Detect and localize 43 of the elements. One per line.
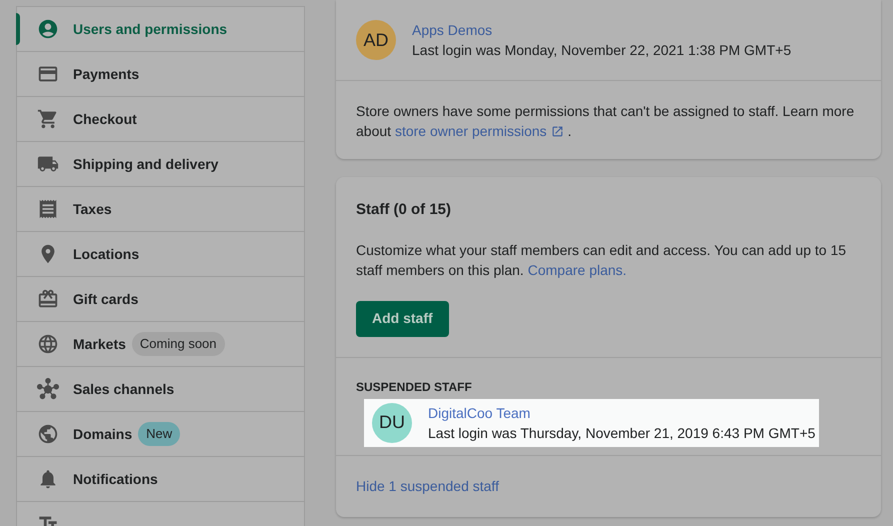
sidebar-label: Taxes	[73, 200, 112, 218]
last-login-text: Last login was Thursday, November 21, 2019 6:43 PM GMT+5	[428, 424, 816, 442]
sidebar-label: Sales channels	[73, 380, 174, 398]
staff-name-link[interactable]: DigitalCoo Team	[428, 402, 530, 422]
avatar: DU	[372, 402, 412, 442]
sidebar-item[interactable]: Notifications	[17, 457, 304, 502]
sidebar-item[interactable]: Markets Coming soon	[17, 322, 304, 367]
user-icon	[37, 18, 59, 40]
sidebar-label: Shipping and delivery	[73, 154, 218, 174]
staff-row[interactable]: DU DigitalCoo Team Last login was Thursday, November 21, 2019 6:43 PM GMT+5	[364, 398, 819, 446]
sidebar-label: Domains	[73, 424, 132, 444]
sidebar-item[interactable]: Checkout	[17, 97, 304, 142]
sidebar-item[interactable]: Taxes	[17, 187, 304, 232]
status-badge: New	[138, 422, 180, 446]
sidebar-item[interactable]: Payments	[17, 52, 304, 97]
nodes-icon	[37, 378, 59, 400]
sidebar-label: Gift cards	[73, 290, 138, 308]
sidebar-label: Locations	[73, 244, 140, 264]
globe-icon	[37, 333, 59, 355]
receipt-icon	[37, 198, 59, 220]
status-badge: Coming soon	[132, 332, 225, 356]
external-link-icon	[550, 124, 564, 138]
sidebar-item[interactable]: Gift cards	[17, 277, 304, 322]
owner-note: Store owners have some permissions that can't be assigned to staff. Learn more about store owner permissions .	[355, 102, 856, 143]
sidebar-label: Notifications	[73, 470, 158, 488]
last-login-text: Last login was Monday, November 22, 2021 1:38 PM GMT+5	[412, 41, 792, 60]
sidebar-item[interactable]: Shipping and delivery	[17, 142, 304, 187]
sidebar-label: Checkout	[73, 110, 137, 128]
avatar: AD	[356, 20, 396, 60]
cart-icon	[37, 108, 59, 130]
gift-icon	[37, 288, 59, 310]
sidebar-item[interactable]: Sales channels	[17, 367, 304, 412]
add-staff-button[interactable]: Add staff	[356, 300, 449, 336]
sidebar-item[interactable]: Locations	[17, 232, 304, 277]
sidebar-label: Users and permissions	[73, 20, 228, 39]
sidebar-item[interactable]: Domains New	[17, 412, 304, 457]
staff-title: Staff (0 of 15)	[356, 200, 452, 220]
sidebar-label: Payments	[73, 64, 140, 84]
sidebar-item[interactable]: Users and permissions	[17, 7, 304, 52]
globe-icon	[37, 423, 59, 445]
sidebar-label: Markets	[73, 334, 126, 354]
section-heading: SUSPENDED STAFF	[356, 378, 473, 396]
staff-description: Customize what your staff members can edit and access. You can add up to 15 staff members on this plan. Compare plans.	[356, 240, 848, 280]
